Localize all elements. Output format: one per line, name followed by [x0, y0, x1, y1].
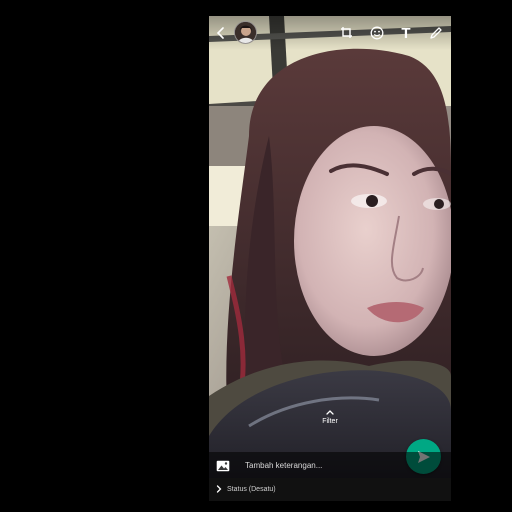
chevron-up-icon [314, 408, 346, 418]
image-gallery-icon[interactable] [216, 459, 230, 472]
caption-bar [209, 452, 451, 478]
editor-toolbar: T [209, 16, 451, 50]
status-audience-label[interactable]: Status (Desatu) [227, 486, 276, 493]
filter-label: Filter [322, 418, 338, 425]
text-tool-glyph: T [401, 24, 411, 42]
status-recipients-row: Status (Desatu) [209, 478, 451, 501]
caption-input[interactable] [245, 457, 395, 473]
text-T-icon[interactable]: T [396, 23, 416, 43]
status-editor-screen: T Filter Tambah keterangan... Status (De… [209, 16, 451, 501]
chevron-right-icon [216, 485, 222, 495]
emoji-smiley-icon[interactable] [367, 23, 387, 43]
arrow-left-icon[interactable] [211, 23, 231, 43]
avatar[interactable] [234, 21, 257, 44]
filter-swipe-hint[interactable]: Filter [314, 408, 346, 425]
crop-rotate-icon[interactable] [337, 23, 357, 43]
pencil-icon[interactable] [426, 23, 446, 43]
photo-preview [209, 16, 451, 501]
